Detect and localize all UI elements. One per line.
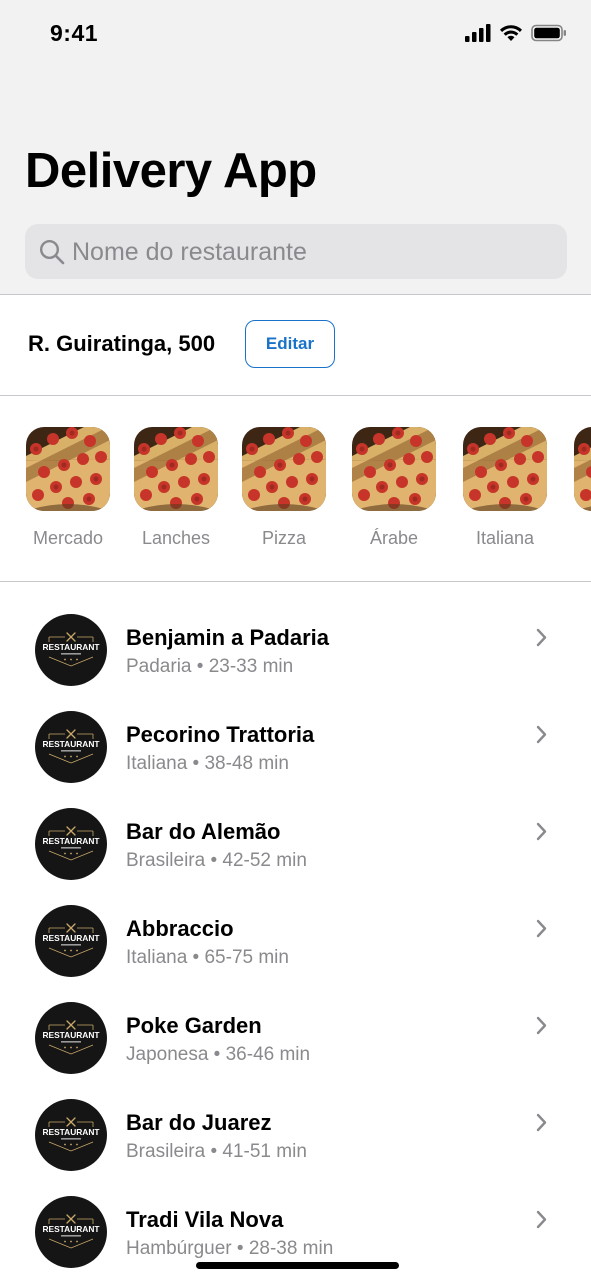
restaurant-name: Bar do Alemão [126,819,281,844]
restaurant-row[interactable]: Benjamin a Padaria Padaria • 23-33 min [0,582,591,686]
restaurant-row[interactable]: Abbraccio Italiana • 65-75 min [0,873,591,977]
pizza-thumbnail-icon [26,427,110,511]
chevron-right-icon [536,822,547,841]
wifi-icon [500,25,522,41]
signal-icon [465,24,491,42]
category-item[interactable] [566,427,591,511]
category-label: Árabe [369,528,419,548]
category-item[interactable]: Pizza [234,427,334,549]
search-bar[interactable] [25,224,567,281]
search-icon [39,239,65,265]
restaurant-row[interactable]: Bar do Alemão Brasileira • 42-52 min [0,776,591,880]
restaurant-subtitle: Padaria • 23-33 min [126,656,294,677]
restaurant-subtitle: Brasileira • 41-51 min [126,1141,307,1162]
restaurant-logo [35,905,107,977]
restaurant-logo [35,808,107,880]
edit-address-button[interactable]: Editar [245,320,335,368]
restaurant-subtitle: Brasileira • 42-52 min [126,850,307,871]
restaurant-logo [35,1196,107,1268]
category-item[interactable]: Italiana [455,427,555,549]
restaurant-logo [35,711,107,783]
pizza-thumbnail-icon [463,427,547,511]
chevron-right-icon [536,1113,547,1132]
chevron-right-icon [536,725,547,744]
restaurant-subtitle: Italiana • 65-75 min [126,947,289,968]
category-carousel[interactable]: Mercado Lanches Pizza Árabe Italiana [0,396,591,581]
category-item[interactable]: Lanches [126,427,226,549]
chevron-right-icon [536,1016,547,1035]
category-item[interactable]: Árabe [344,427,444,549]
battery-icon [531,24,566,42]
category-label: Pizza [261,528,306,548]
restaurant-name: Bar do Juarez [126,1110,272,1135]
divider [0,294,591,295]
restaurant-name: Pecorino Trattoria [126,722,315,747]
restaurant-logo [35,614,107,686]
address-text: R. Guiratinga, 500 [28,331,216,356]
restaurant-row[interactable]: Pecorino Trattoria Italiana • 38-48 min [0,679,591,783]
pizza-thumbnail-icon [574,427,591,511]
restaurant-name: Tradi Vila Nova [126,1207,284,1232]
page-title: Delivery App [25,144,317,198]
restaurant-logo [35,1002,107,1074]
restaurant-subtitle: Italiana • 38-48 min [126,753,289,774]
pizza-thumbnail-icon [242,427,326,511]
status-bar: 9:41 [0,0,591,70]
chevron-right-icon [536,628,547,647]
search-input[interactable] [70,224,554,281]
restaurant-subtitle: Japonesa • 36-46 min [126,1044,311,1065]
restaurant-name: Benjamin a Padaria [126,625,329,650]
chevron-right-icon [536,919,547,938]
restaurant-logo [35,1099,107,1171]
category-item[interactable]: Mercado [18,427,118,549]
chevron-right-icon [536,1210,547,1229]
restaurant-name: Abbraccio [126,916,234,941]
restaurant-row[interactable]: Poke Garden Japonesa • 36-46 min [0,970,591,1074]
home-indicator[interactable] [196,1262,399,1269]
category-label: Lanches [141,528,211,548]
pizza-thumbnail-icon [134,427,218,511]
restaurant-subtitle: Hambúrguer • 28-38 min [126,1238,334,1259]
restaurant-row[interactable]: Tradi Vila Nova Hambúrguer • 28-38 min [0,1164,591,1268]
restaurant-row[interactable]: Bar do Juarez Brasileira • 41-51 min [0,1067,591,1171]
category-label: Mercado [32,528,104,548]
restaurant-name: Poke Garden [126,1013,262,1038]
status-icons [465,24,567,42]
pizza-thumbnail-icon [352,427,436,511]
category-label: Italiana [475,528,535,548]
status-time: 9:41 [50,20,99,46]
